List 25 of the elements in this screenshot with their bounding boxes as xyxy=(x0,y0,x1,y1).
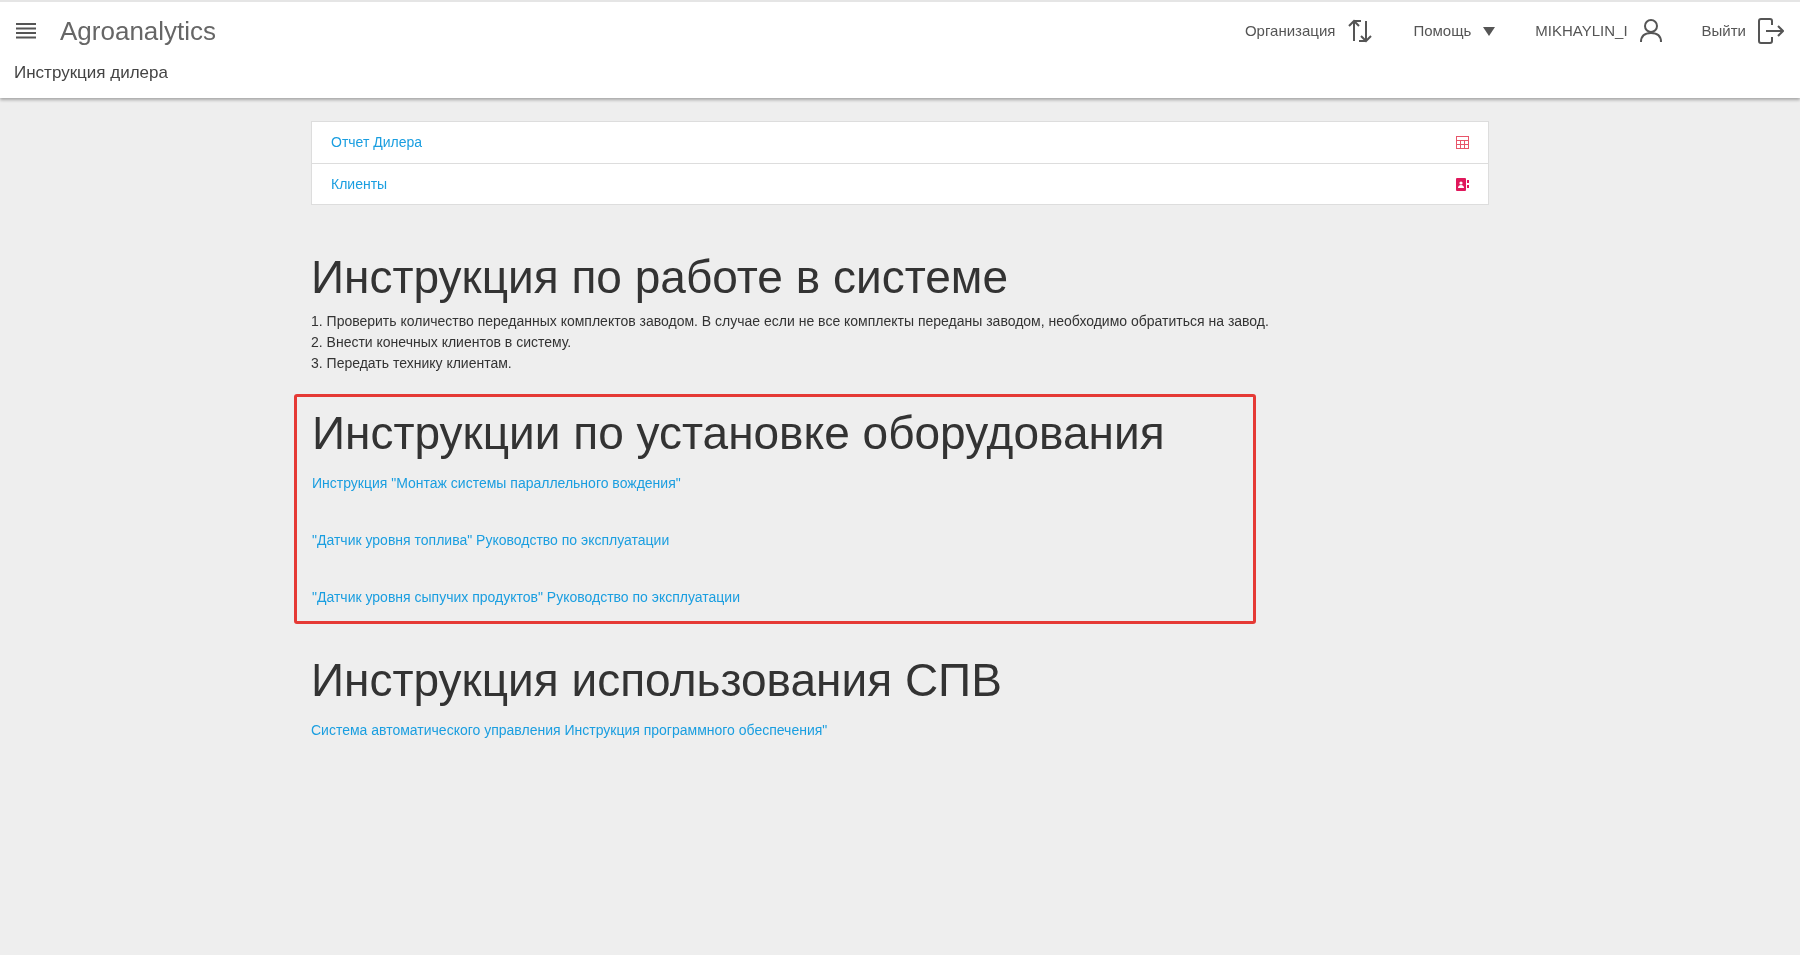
instruction-step: 2. Внести конечных клиентов в систему. xyxy=(311,332,1489,353)
menu-link[interactable]: Отчет Дилера xyxy=(331,132,423,153)
swap-icon[interactable] xyxy=(1347,18,1374,44)
user-name[interactable]: MIKHAYLIN_I xyxy=(1535,19,1628,43)
document-link[interactable]: "Датчик уровня сыпучих продуктов" Руководство по эксплуатации xyxy=(312,587,740,607)
user-icon[interactable] xyxy=(1639,19,1662,43)
contact-book-icon xyxy=(1456,177,1469,191)
document-link[interactable]: Инструкция "Монтаж системы параллельного вождения" xyxy=(312,473,681,493)
menu-link[interactable]: Клиенты xyxy=(331,173,388,195)
logout-icon[interactable] xyxy=(1758,18,1784,44)
section-heading: Инструкция использования СПВ xyxy=(311,653,1003,708)
page-title: Инструкция дилера xyxy=(13,62,169,84)
dropdown-caret-icon[interactable] xyxy=(1483,26,1496,36)
table-icon xyxy=(1456,136,1469,149)
logout-link[interactable]: Выйти xyxy=(1701,19,1746,43)
menu-icon[interactable] xyxy=(16,23,36,39)
document-link[interactable]: "Датчик уровня топлива" Руководство по эксплуатации xyxy=(312,530,670,550)
section-heading: Инструкция по работе в системе xyxy=(311,250,1009,305)
document-link[interactable]: Система автоматического управления Инструкция программного обеспечения" xyxy=(311,720,828,740)
app-title: Agroanalytics xyxy=(60,14,217,48)
help-menu[interactable]: Помощь xyxy=(1413,19,1472,43)
instruction-step: 1. Проверить количество переданных комплектов заводом. В случае если не все комплекты переданы заводом, необходимо обратиться на завод. xyxy=(311,311,1489,332)
organization-link[interactable]: Организация xyxy=(1244,19,1336,43)
instruction-step: 3. Передать технику клиентам. xyxy=(311,353,1489,374)
section-heading: Инструкции по установке оборудования xyxy=(312,406,1166,461)
